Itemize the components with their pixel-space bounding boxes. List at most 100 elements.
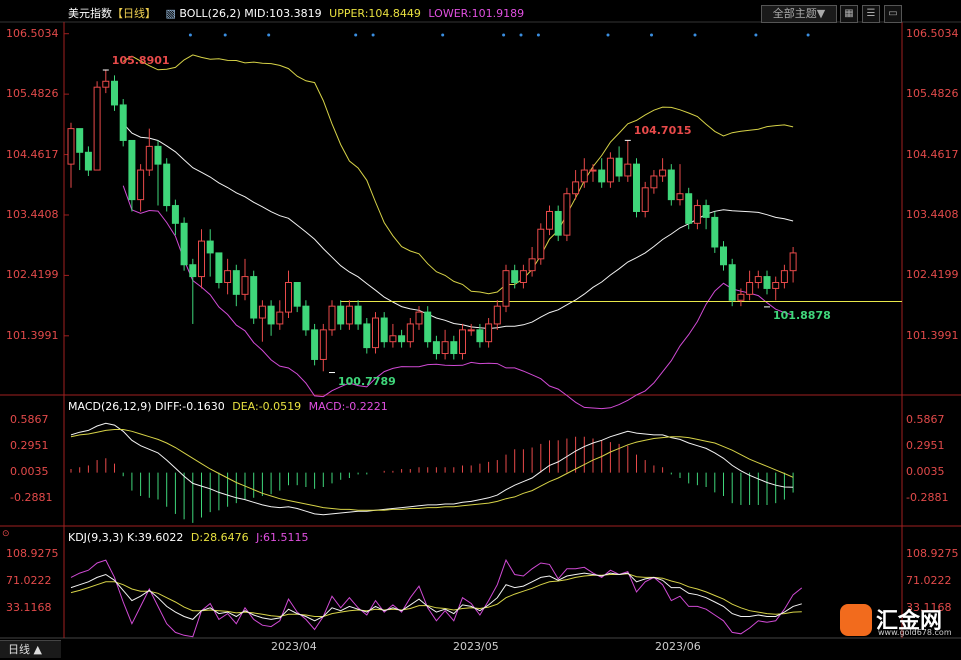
macd-diff-label: DIFF:-0.1630	[155, 400, 225, 413]
macd-rtick-0: 0.5867	[906, 412, 945, 426]
price-rtick-4: 102.4199	[906, 268, 959, 282]
kdj-title: KDJ(9,3,3)	[68, 531, 124, 544]
candle-body	[363, 323, 371, 349]
chart-stage: 美元指数【日线】 ▧ BOLL(26,2) MID:103.3819 UPPER…	[0, 0, 961, 660]
candle-body	[302, 305, 310, 331]
candle-body	[424, 311, 432, 343]
period-button[interactable]: 日线 ▲	[0, 640, 61, 658]
candle-body	[154, 145, 162, 165]
candle-body	[615, 157, 623, 177]
boll-mid-line	[122, 123, 794, 330]
logo-icon	[840, 604, 872, 636]
boll-lower: LOWER:101.9189	[428, 7, 525, 20]
macd-ytick-2: 0.0035	[10, 465, 49, 479]
candle-body	[702, 205, 710, 218]
candle-body	[685, 193, 693, 224]
x-tick-jun: 2023/06	[655, 640, 701, 653]
boll-icon: ▧	[165, 7, 176, 20]
candle-body	[693, 205, 701, 224]
candle-body	[624, 163, 632, 177]
event-dot	[223, 33, 227, 37]
candle-body	[76, 128, 84, 153]
event-dot	[536, 33, 540, 37]
price-annotation-2: 104.7015	[633, 124, 692, 138]
period-tag: 【日线】	[112, 7, 156, 20]
macd-rtick-2: 0.0035	[906, 465, 945, 479]
kdj-d-line	[70, 573, 802, 618]
event-dot	[188, 33, 192, 37]
kdj-rtick-0: 108.9275	[906, 546, 959, 560]
candle-body	[241, 276, 249, 295]
candle-body	[224, 270, 232, 284]
price-ytick-3: 103.4408	[6, 207, 59, 221]
candle-body	[345, 305, 353, 325]
candle-body	[337, 305, 345, 325]
macd-ytick-1: 0.2951	[10, 439, 49, 453]
kdj-rtick-1: 71.0222	[906, 574, 952, 588]
candle-body	[772, 282, 780, 289]
candle-body	[406, 323, 414, 343]
price-ytick-0: 106.5034	[6, 26, 59, 40]
macd-title: MACD(26,12,9)	[68, 400, 152, 413]
candle-body	[676, 193, 684, 201]
kdj-header: KDJ(9,3,3) K:39.6022 D:28.6476 J:61.5115	[68, 531, 309, 545]
event-dot	[267, 33, 271, 37]
candle-body	[137, 169, 145, 201]
event-dot	[606, 33, 610, 37]
candle-body	[311, 329, 319, 360]
candle-body	[171, 205, 179, 224]
candle-body	[728, 264, 736, 301]
event-dot	[441, 33, 445, 37]
candle-body	[93, 86, 101, 171]
chart-svg	[0, 21, 961, 639]
candle-body	[163, 163, 171, 207]
header-bar: 美元指数【日线】 ▧ BOLL(26,2) MID:103.3819 UPPER…	[68, 7, 524, 21]
indicator-settings-icon[interactable]: ⊙	[2, 529, 10, 539]
price-ytick-1: 105.4826	[6, 87, 59, 101]
window-icon[interactable]: ▭	[884, 5, 902, 23]
candle-body	[476, 329, 484, 343]
candle-body	[189, 264, 197, 278]
candle-body	[502, 270, 510, 307]
candle-body	[789, 252, 797, 272]
candle-body	[389, 335, 397, 343]
event-dot	[519, 33, 523, 37]
candle-body	[650, 175, 658, 189]
kdj-d-label: D:28.6476	[190, 531, 249, 544]
candle-body	[250, 276, 258, 319]
x-tick-apr: 2023/04	[271, 640, 317, 653]
kdj-j-label: J:61.5115	[256, 531, 309, 544]
candle-body	[528, 258, 536, 272]
candle-body	[293, 282, 301, 307]
candle-body	[633, 163, 640, 212]
event-dot	[693, 33, 697, 37]
macd-rtick-3: -0.2881	[906, 491, 949, 505]
price-annotation-1: 100.7789	[338, 374, 396, 388]
candle-body	[285, 282, 292, 313]
candle-body	[606, 157, 614, 183]
grid-icon[interactable]: ▦	[840, 5, 858, 23]
candle-body	[319, 329, 327, 360]
theme-select-button[interactable]: 全部主题▼	[761, 5, 837, 23]
candle-body	[206, 240, 214, 254]
candle-body	[276, 311, 284, 325]
price-rtick-0: 106.5034	[906, 26, 959, 40]
macd-value-label: MACD:-0.2221	[308, 400, 388, 413]
list-icon[interactable]: ☰	[862, 5, 880, 23]
logo-url: www.gold678.com	[878, 628, 952, 637]
kdj-j-line	[70, 558, 803, 638]
candle-body	[119, 104, 127, 141]
candle-body	[432, 341, 440, 355]
price-rtick-2: 104.4617	[906, 147, 959, 161]
kdj-ytick-0: 108.9275	[6, 546, 59, 560]
price-annotation-3: 101.8878	[773, 308, 831, 322]
event-dot	[650, 33, 653, 37]
candle-body	[554, 210, 562, 236]
candle-body	[215, 252, 223, 284]
candle-body	[328, 305, 336, 331]
boll-upper-line	[122, 54, 794, 295]
candle-body	[589, 169, 597, 172]
candle-body	[232, 270, 240, 295]
candle-body	[198, 240, 205, 278]
candle-body	[354, 305, 362, 325]
